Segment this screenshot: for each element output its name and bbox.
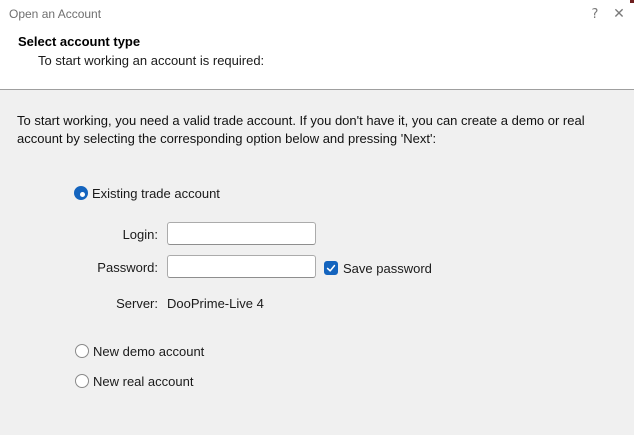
page-subtitle: To start working an account is required:: [38, 53, 264, 68]
dialog-body: To start working, you need a valid trade…: [0, 90, 634, 435]
radio-real-label: New real account: [93, 374, 193, 389]
radio-unselected-icon: [75, 344, 89, 358]
close-button[interactable]: ✕: [604, 0, 634, 28]
title-bar[interactable]: Open an Account ? ✕: [0, 0, 634, 28]
login-input[interactable]: [167, 222, 316, 245]
radio-demo-label: New demo account: [93, 344, 204, 359]
open-account-dialog: Open an Account ? ✕ Select account type …: [0, 0, 634, 435]
server-value: DooPrime-Live 4: [167, 296, 264, 311]
radio-unselected-icon: [75, 374, 89, 388]
password-input[interactable]: [167, 255, 316, 278]
radio-selected-icon: [74, 186, 88, 200]
page-title: Select account type: [18, 34, 140, 49]
wizard-header: Select account type To start working an …: [0, 28, 634, 89]
screen-edge-artifact: [630, 0, 634, 3]
window-title: Open an Account: [9, 7, 101, 21]
password-label: Password:: [18, 260, 158, 275]
intro-text: To start working, you need a valid trade…: [17, 112, 621, 148]
checkbox-checked-icon: [324, 261, 338, 275]
server-label: Server:: [18, 296, 158, 311]
save-password-label: Save password: [343, 261, 432, 276]
login-label: Login:: [18, 227, 158, 242]
radio-existing-label: Existing trade account: [92, 186, 220, 201]
